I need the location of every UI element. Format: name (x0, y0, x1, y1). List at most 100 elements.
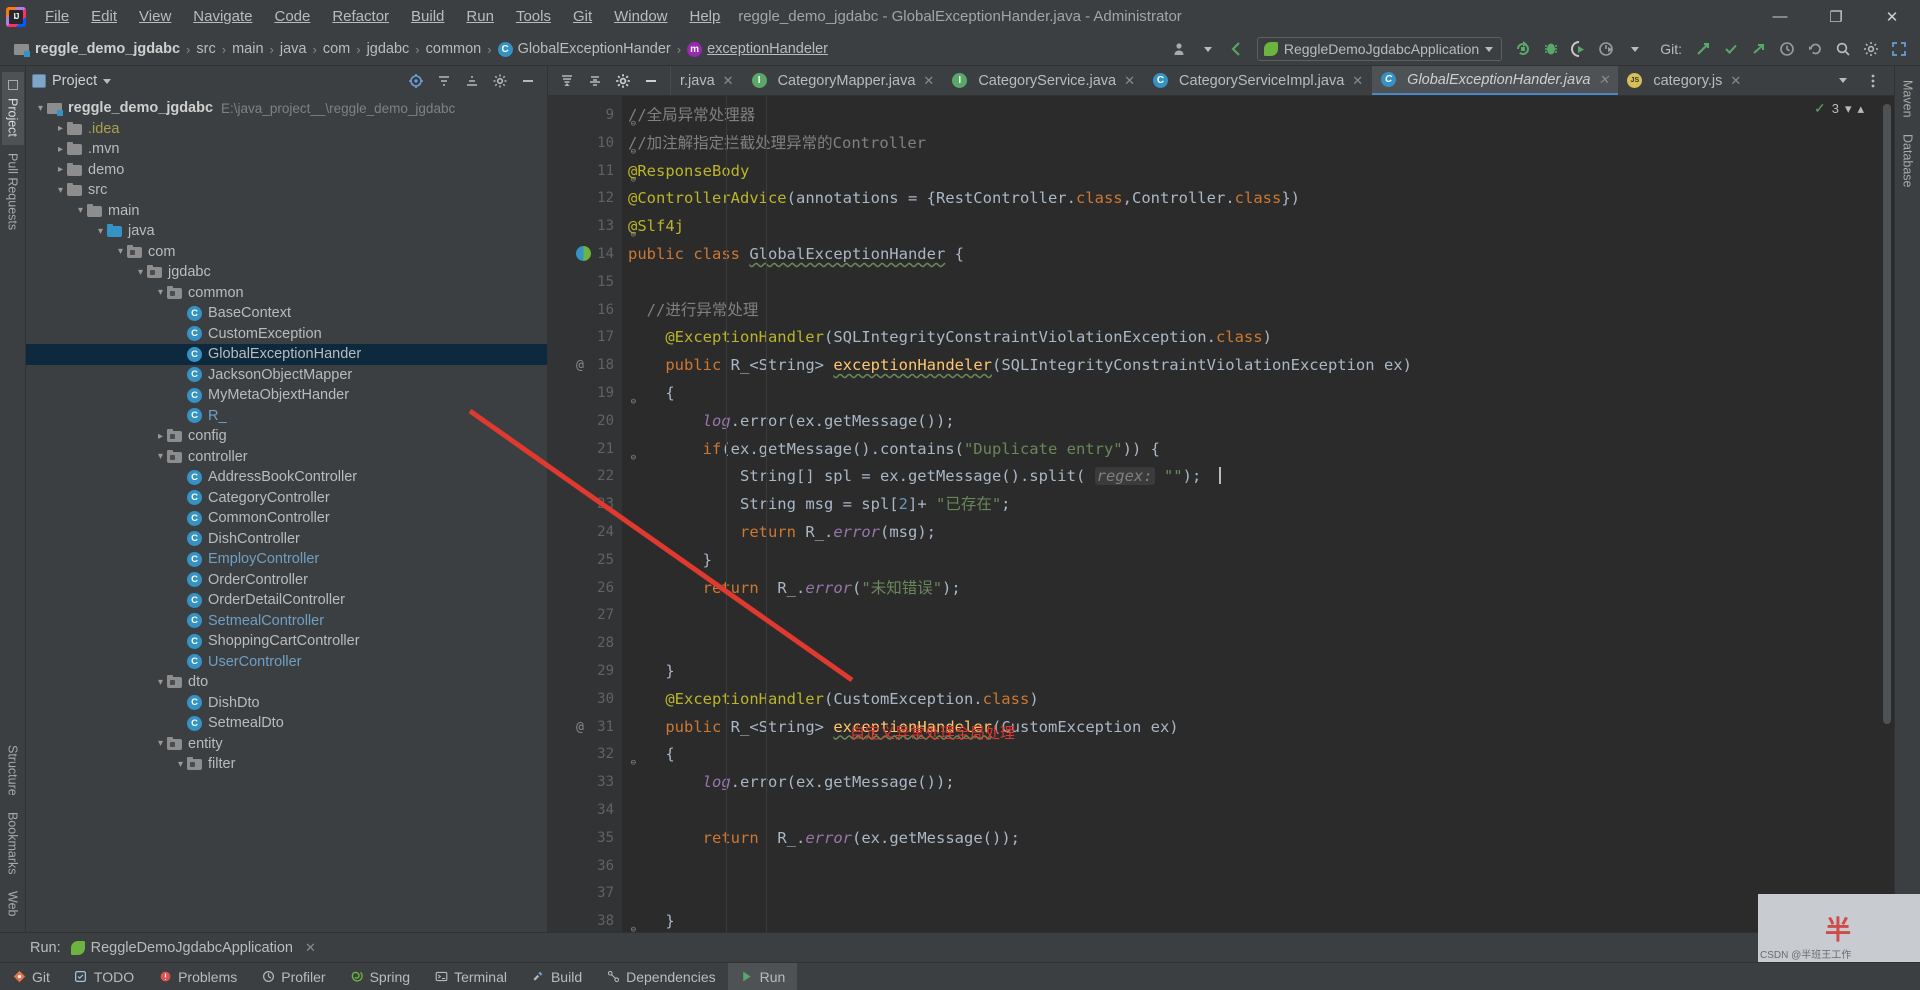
code-line[interactable]: log.error(ex.getMessage()); (622, 408, 1880, 436)
chevron-right-icon[interactable]: ▸ (54, 123, 67, 134)
menu-help[interactable]: Help (679, 5, 732, 28)
breadcrumb-project[interactable]: reggle_demo_jgdabc (14, 41, 180, 57)
code-line[interactable]: //加注解指定拦截处理异常的Controller (622, 130, 1880, 158)
project-panel-title[interactable]: Project (32, 73, 112, 89)
chevron-up-icon[interactable]: ▴ (1857, 101, 1864, 117)
chevron-down-icon[interactable]: ▾ (1845, 101, 1852, 117)
line-number[interactable]: 31 @ (548, 714, 622, 742)
gear-icon[interactable] (487, 68, 513, 94)
code-line[interactable]: @ExceptionHandler(SQLIntegrityConstraint… (622, 324, 1880, 352)
run-configuration-selector[interactable]: ReggleDemoJgdabcApplication (1256, 37, 1503, 61)
close-icon[interactable]: ✕ (1352, 73, 1363, 89)
status-item-terminal[interactable]: Terminal (422, 963, 519, 990)
chevron-right-icon[interactable]: ▸ (54, 144, 67, 155)
tree-row[interactable]: C R_ (26, 406, 547, 427)
code-line[interactable]: @ExceptionHandler(CustomException.class) (622, 686, 1880, 714)
close-icon[interactable]: ✕ (1598, 72, 1609, 88)
tree-row[interactable]: ▾ jgdabc (26, 262, 547, 283)
sidebar-item-web[interactable]: Web (2, 883, 24, 924)
tree-row[interactable]: C DishDto (26, 693, 547, 714)
breadcrumb-main[interactable]: main (232, 41, 263, 57)
tree-row[interactable]: ▾ reggle_demo_jgdabc E:\java_project__\reg… (26, 98, 547, 119)
code-line[interactable]: @ControllerAdvice(annotations = {RestCon… (622, 185, 1880, 213)
tree-row[interactable]: C GlobalExceptionHander (26, 344, 547, 365)
menu-build[interactable]: Build (400, 5, 455, 28)
tree-row[interactable]: ▾ main (26, 201, 547, 222)
search-icon[interactable] (1830, 36, 1856, 62)
status-item-run[interactable]: Run (727, 963, 798, 990)
chevron-down-icon[interactable]: ▾ (154, 738, 167, 749)
tree-row[interactable]: ▸ config (26, 426, 547, 447)
sidebar-item-bookmarks[interactable]: Bookmarks (2, 804, 24, 883)
breadcrumb-com[interactable]: com (323, 41, 350, 57)
override-marker-icon[interactable]: @ (576, 714, 584, 742)
tree-row[interactable]: C SetmealDto (26, 713, 547, 734)
tree-row[interactable]: ▸ .mvn (26, 139, 547, 160)
hide-icon[interactable] (515, 68, 541, 94)
editor-tabs[interactable]: r.java ✕ I CategoryMapper.java ✕ I CategorySer… (671, 66, 1750, 95)
chevron-down-icon[interactable]: ▾ (154, 287, 167, 298)
close-icon[interactable]: ✕ (1124, 73, 1135, 89)
settings-gear-icon[interactable] (610, 68, 636, 94)
line-number[interactable]: 21 ⊖ (548, 436, 636, 464)
tree-row[interactable]: C SetmealController (26, 611, 547, 632)
line-number[interactable]: 33 (548, 769, 622, 797)
tree-row[interactable]: ▾ java (26, 221, 547, 242)
status-item-profiler[interactable]: Profiler (249, 963, 337, 990)
line-number[interactable]: 11 ⊖ (548, 158, 636, 186)
tree-row[interactable]: C UserController (26, 652, 547, 673)
code-line[interactable]: String[] spl = ex.getMessage().split( re… (622, 463, 1880, 491)
line-number[interactable]: 15 (548, 269, 622, 297)
editor-tab[interactable]: I CategoryMapper.java ✕ (743, 66, 944, 95)
line-number[interactable]: 35 (548, 825, 622, 853)
editor-tab[interactable]: I CategoryService.java ✕ (943, 66, 1144, 95)
tree-row[interactable]: ▸ .idea (26, 119, 547, 140)
locate-file-icon[interactable] (403, 68, 429, 94)
fullscreen-icon[interactable] (1886, 36, 1912, 62)
chevron-down-icon[interactable]: ▾ (114, 246, 127, 257)
git-push-icon[interactable] (1746, 36, 1772, 62)
profiler-icon[interactable] (1594, 36, 1620, 62)
line-number[interactable]: 18 @ (548, 352, 622, 380)
sort-icon[interactable] (554, 68, 580, 94)
back-arrow-icon[interactable] (1223, 36, 1249, 62)
close-icon[interactable]: ✕ (923, 73, 934, 89)
avatar-icon[interactable] (1167, 36, 1193, 62)
sidebar-item-maven[interactable]: Maven (1897, 72, 1919, 126)
line-number[interactable]: 10 ⊖ (548, 130, 636, 158)
menu-window[interactable]: Window (603, 5, 678, 28)
tree-row[interactable]: ▾ dto (26, 672, 547, 693)
line-number-gutter[interactable]: 9 ⊖ 10 ⊖ 11 ⊖ 12 13 ⊖ 14 15 16 17 18 @19 ⊖ 20 21 ⊖ 22 23 24 25… (548, 96, 636, 935)
menu-git[interactable]: Git (562, 5, 603, 28)
line-number[interactable]: 26 (548, 575, 622, 603)
line-number[interactable]: 19 ⊖ (548, 380, 636, 408)
line-number[interactable]: 25 (548, 547, 622, 575)
rerun-icon[interactable] (1510, 36, 1536, 62)
chevron-down-icon[interactable]: ▾ (54, 185, 67, 196)
chevron-down-icon[interactable] (1622, 36, 1648, 62)
code-line[interactable]: String msg = spl[2]+ "已存在"; (622, 491, 1880, 519)
run-with-coverage-icon[interactable] (1566, 36, 1592, 62)
tree-row[interactable]: C CategoryController (26, 488, 547, 509)
breadcrumb-method[interactable]: m exceptionHandeler (687, 41, 828, 57)
menu-code[interactable]: Code (263, 5, 321, 28)
menu-run[interactable]: Run (455, 5, 505, 28)
maximize-button[interactable]: ❐ (1808, 0, 1864, 33)
code-line[interactable] (622, 602, 1880, 630)
code-line[interactable]: return R_.error("未知错误"); (622, 575, 1880, 603)
menu-view[interactable]: View (128, 5, 182, 28)
line-number[interactable]: 12 (548, 185, 622, 213)
chevron-right-icon[interactable]: ▸ (154, 431, 167, 442)
code-line[interactable]: @Slf4j (622, 213, 1880, 241)
code-line[interactable] (622, 269, 1880, 297)
tree-row[interactable]: C AddressBookController (26, 467, 547, 488)
sidebar-item-structure[interactable]: Structure (2, 737, 24, 804)
menu-file[interactable]: File (34, 5, 80, 28)
project-tree[interactable]: ▾ reggle_demo_jgdabc E:\java_project__\reg… (26, 96, 547, 932)
line-number[interactable]: 37 (548, 880, 622, 908)
chevron-down-icon[interactable] (1195, 36, 1221, 62)
main-menu[interactable]: File Edit View Navigate Code Refactor Bu… (34, 5, 731, 28)
line-number[interactable]: 22 (548, 463, 622, 491)
code-line[interactable] (622, 630, 1880, 658)
sidebar-item-project[interactable]: Project (1, 72, 24, 145)
